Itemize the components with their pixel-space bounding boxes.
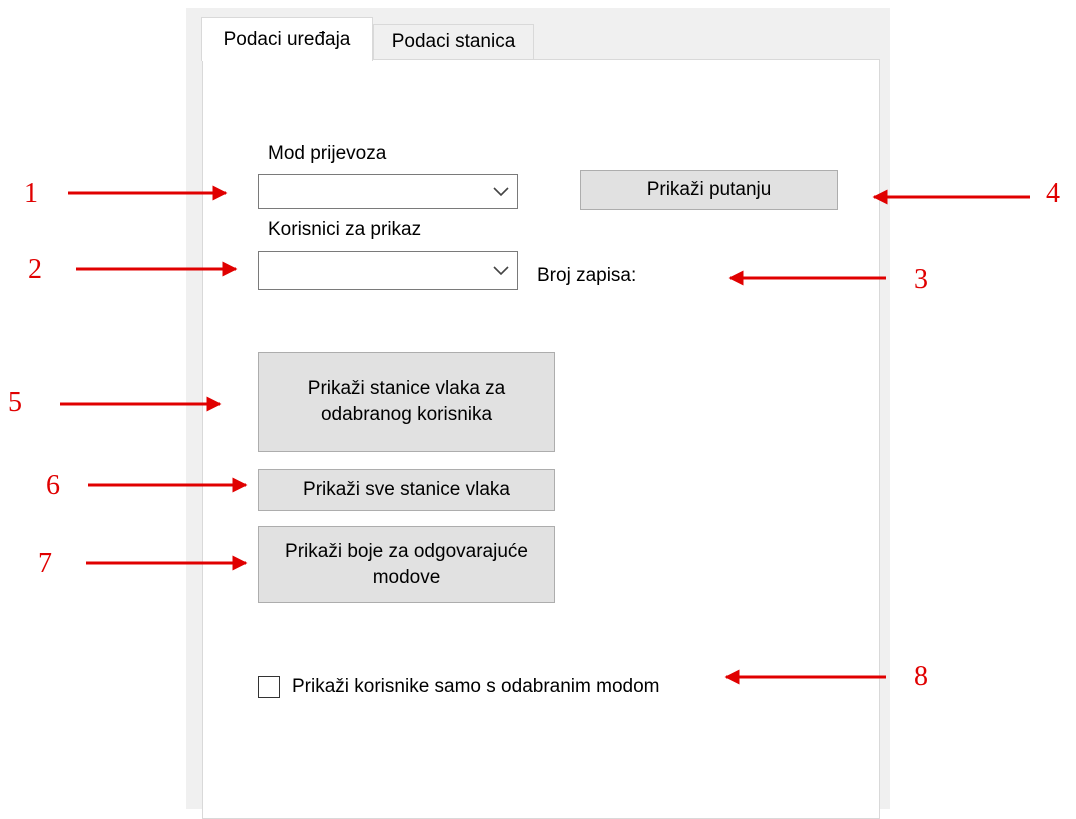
tab-device-data[interactable]: Podaci uređaja: [201, 17, 373, 61]
arrow-1: [60, 185, 1030, 685]
